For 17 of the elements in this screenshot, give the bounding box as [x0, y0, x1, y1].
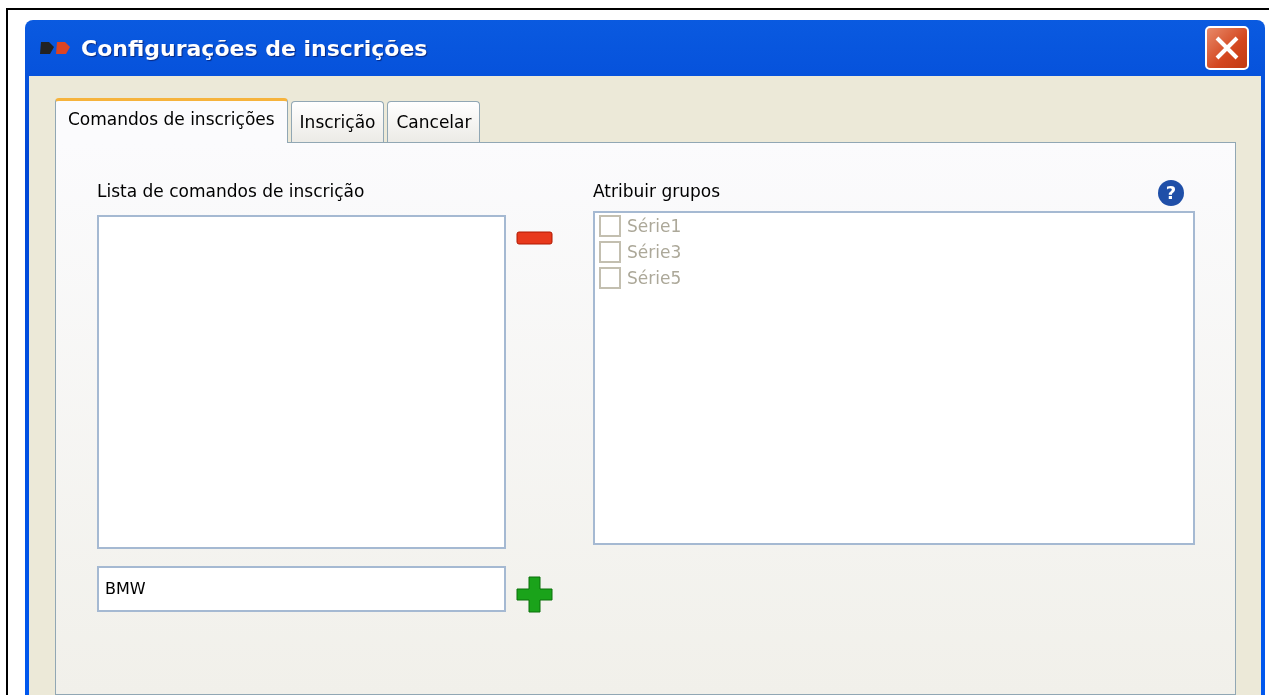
command-input-field[interactable]: BMW	[97, 565, 506, 612]
command-list[interactable]	[97, 214, 506, 549]
tab[interactable]: Cancelar	[387, 101, 481, 142]
list-label: Lista de comandos de inscrição	[97, 179, 366, 203]
app-logo-icon	[39, 41, 73, 55]
tab[interactable]: Comandos de inscrições	[55, 98, 288, 143]
window-title: Configurações de inscrições	[81, 34, 429, 63]
checkbox-label: Série1	[627, 214, 682, 238]
checkbox-label: Série5	[627, 266, 682, 290]
checkbox-label: Série3	[627, 240, 682, 264]
add-icon[interactable]	[516, 575, 553, 613]
remove-icon[interactable]	[516, 230, 553, 245]
tab[interactable]: Inscrição	[290, 101, 385, 142]
close-icon	[1214, 35, 1240, 61]
close-button[interactable]	[1205, 26, 1249, 70]
help-icon[interactable]: ?	[1157, 178, 1185, 207]
groups-label: Atribuir grupos	[593, 179, 720, 203]
